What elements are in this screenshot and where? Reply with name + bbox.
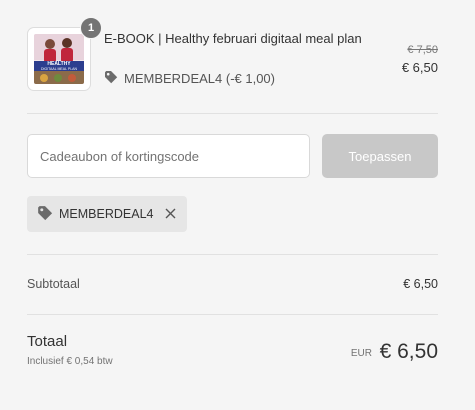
remove-discount-icon[interactable] bbox=[165, 206, 176, 222]
total-value: € 6,50 bbox=[379, 340, 438, 363]
divider bbox=[27, 113, 438, 114]
product-discount-label: MEMBERDEAL4 (-€ 1,00) bbox=[124, 71, 275, 86]
divider bbox=[27, 254, 438, 255]
divider bbox=[27, 314, 438, 315]
total-label: Totaal bbox=[27, 333, 68, 350]
applied-discount-code: MEMBERDEAL4 bbox=[59, 207, 154, 221]
currency-code: EUR bbox=[350, 348, 372, 359]
subtotal-label: Subtotaal bbox=[27, 277, 80, 291]
cover-subtitle: DIGITAAL MEAL PLAN bbox=[40, 67, 78, 71]
subtotal-value: € 6,50 bbox=[403, 277, 438, 291]
ebook-cover-image: HEALTHY DIGITAAL MEAL PLAN bbox=[34, 34, 84, 84]
price-current: € 6,50 bbox=[401, 60, 438, 75]
product-thumbnail: HEALTHY DIGITAAL MEAL PLAN bbox=[27, 27, 91, 91]
tag-icon bbox=[104, 70, 118, 87]
apply-discount-button[interactable]: Toepassen bbox=[322, 134, 438, 178]
tax-note: Inclusief € 0,54 btw bbox=[27, 356, 113, 367]
product-discount: MEMBERDEAL4 (-€ 1,00) bbox=[104, 70, 275, 87]
price-original: € 7,50 bbox=[407, 44, 438, 56]
tag-icon bbox=[37, 205, 53, 224]
product-title: E-BOOK | Healthy februari digitaal meal … bbox=[104, 31, 362, 46]
discount-code-input[interactable] bbox=[27, 134, 310, 178]
quantity-badge: 1 bbox=[80, 17, 102, 39]
applied-discount-tag: MEMBERDEAL4 bbox=[27, 196, 188, 232]
